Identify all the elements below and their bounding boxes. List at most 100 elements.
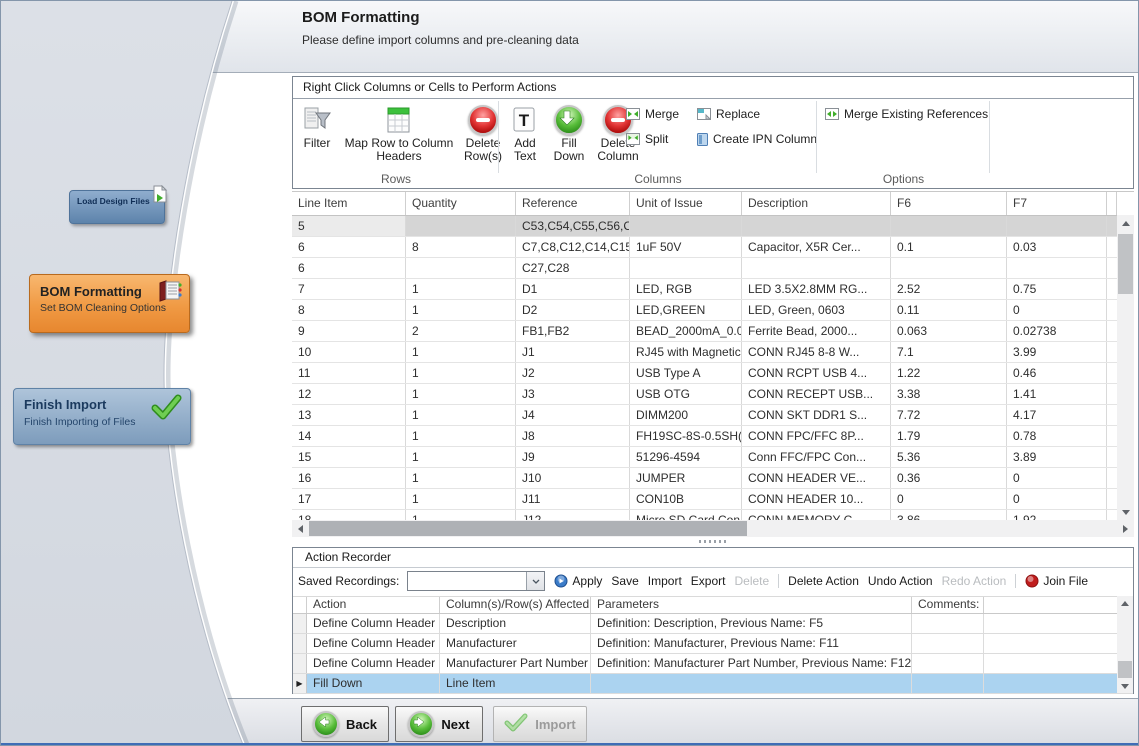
- action-cell[interactable]: [984, 654, 1117, 673]
- table-cell[interactable]: 12: [292, 384, 406, 404]
- table-cell[interactable]: [742, 216, 891, 236]
- table-cell[interactable]: J9: [516, 447, 630, 467]
- action-row[interactable]: Define Column HeaderManufacturer Part Nu…: [293, 654, 1133, 674]
- table-row[interactable]: 101J1RJ45 with MagneticsCONN RJ45 8-8 W.…: [292, 342, 1117, 363]
- scroll-down-button[interactable]: [1117, 679, 1133, 693]
- undo-action-button[interactable]: Undo Action: [868, 574, 933, 588]
- table-row[interactable]: 81D2LED,GREENLED, Green, 06030.110: [292, 300, 1117, 321]
- chevron-down-icon[interactable]: [526, 572, 544, 590]
- table-cell[interactable]: 1uF 50V: [630, 237, 742, 257]
- table-cell[interactable]: 1: [406, 279, 516, 299]
- action-grid-vertical-scrollbar[interactable]: [1117, 596, 1133, 693]
- table-cell[interactable]: 0.063: [891, 321, 1007, 341]
- table-cell[interactable]: 13: [292, 405, 406, 425]
- table-cell[interactable]: 1: [406, 300, 516, 320]
- table-cell[interactable]: 0.46: [1007, 363, 1107, 383]
- table-cell[interactable]: LED, RGB: [630, 279, 742, 299]
- table-cell[interactable]: 8: [292, 300, 406, 320]
- saved-recordings-combobox[interactable]: [407, 571, 545, 591]
- table-cell[interactable]: [630, 216, 742, 236]
- table-cell[interactable]: 0: [1007, 489, 1107, 509]
- table-cell[interactable]: CON10B: [630, 489, 742, 509]
- fill-down-button[interactable]: Fill Down: [547, 103, 591, 163]
- table-cell[interactable]: D1: [516, 279, 630, 299]
- action-cell[interactable]: Line Item: [440, 674, 591, 693]
- join-file-button[interactable]: Join File: [1025, 574, 1088, 588]
- row-header[interactable]: [293, 634, 307, 653]
- table-row[interactable]: 71D1LED, RGBLED 3.5X2.8MM RG...2.520.75: [292, 279, 1117, 300]
- table-cell[interactable]: Capacitor, X5R Cer...: [742, 237, 891, 257]
- row-header[interactable]: [293, 614, 307, 633]
- action-cell[interactable]: Definition: Manufacturer, Previous Name:…: [591, 634, 912, 653]
- table-cell[interactable]: CONN RJ45 8-8 W...: [742, 342, 891, 362]
- table-cell[interactable]: [891, 258, 1007, 278]
- table-row[interactable]: 161J10JUMPERCONN HEADER VE...0.360: [292, 468, 1117, 489]
- table-cell[interactable]: C27,C28: [516, 258, 630, 278]
- table-cell[interactable]: FB1,FB2: [516, 321, 630, 341]
- table-cell[interactable]: 3.99: [1007, 342, 1107, 362]
- table-row[interactable]: 92FB1,FB2BEAD_2000mA_0.0...Ferrite Bead,…: [292, 321, 1117, 342]
- table-cell[interactable]: CONN RCPT USB 4...: [742, 363, 891, 383]
- scroll-thumb[interactable]: [309, 521, 747, 536]
- scroll-up-button[interactable]: [1117, 596, 1133, 610]
- table-row[interactable]: 171J11CON10BCONN HEADER 10...00: [292, 489, 1117, 510]
- table-row[interactable]: 131J4DIMM200CONN SKT DDR1 S...7.724.17: [292, 405, 1117, 426]
- table-cell[interactable]: J3: [516, 384, 630, 404]
- table-cell[interactable]: 7: [292, 279, 406, 299]
- table-cell[interactable]: 51296-4594: [630, 447, 742, 467]
- table-cell[interactable]: 3.38: [891, 384, 1007, 404]
- scroll-up-button[interactable]: [1117, 215, 1134, 231]
- table-cell[interactable]: 1: [406, 405, 516, 425]
- next-button[interactable]: Next: [395, 706, 483, 742]
- table-cell[interactable]: 1: [406, 468, 516, 488]
- table-cell[interactable]: C53,C54,C55,C56,C...: [516, 216, 630, 236]
- action-cell[interactable]: Description: [440, 614, 591, 633]
- table-cell[interactable]: 2.52: [891, 279, 1007, 299]
- apply-button[interactable]: Apply: [554, 574, 602, 588]
- table-cell[interactable]: 1: [406, 342, 516, 362]
- table-cell[interactable]: 6: [292, 237, 406, 257]
- table-cell[interactable]: J8: [516, 426, 630, 446]
- action-cell[interactable]: Definition: Description, Previous Name: …: [591, 614, 912, 633]
- delete-action-button[interactable]: Delete Action: [788, 574, 859, 588]
- column-header[interactable]: F6: [891, 192, 1007, 215]
- action-cell[interactable]: Definition: Manufacturer Part Number, Pr…: [591, 654, 912, 673]
- table-cell[interactable]: CONN FPC/FFC 8P...: [742, 426, 891, 446]
- action-cell[interactable]: Define Column Header: [307, 614, 440, 633]
- table-cell[interactable]: 8: [406, 237, 516, 257]
- action-cell[interactable]: [591, 674, 912, 693]
- action-cell[interactable]: [912, 654, 984, 673]
- column-header[interactable]: Quantity: [406, 192, 516, 215]
- table-cell[interactable]: [406, 258, 516, 278]
- merge-existing-references-button[interactable]: Merge Existing References: [825, 107, 988, 121]
- action-cell[interactable]: [984, 614, 1117, 633]
- table-cell[interactable]: LED,GREEN: [630, 300, 742, 320]
- split-button[interactable]: Split: [626, 132, 668, 146]
- table-cell[interactable]: USB Type A: [630, 363, 742, 383]
- table-row[interactable]: 68C7,C8,C12,C14,C15,...1uF 50VCapacitor,…: [292, 237, 1117, 258]
- table-cell[interactable]: D2: [516, 300, 630, 320]
- column-header[interactable]: Unit of Issue: [630, 192, 742, 215]
- bom-vertical-scrollbar[interactable]: [1117, 215, 1134, 520]
- wizard-step-load-design-files[interactable]: Load Design Files: [69, 190, 165, 224]
- table-cell[interactable]: 1.22: [891, 363, 1007, 383]
- table-cell[interactable]: CONN RECEPT USB...: [742, 384, 891, 404]
- table-cell[interactable]: USB OTG: [630, 384, 742, 404]
- action-cell[interactable]: Define Column Header: [307, 654, 440, 673]
- table-row[interactable]: 151J951296-4594Conn FFC/FPC Con...5.363.…: [292, 447, 1117, 468]
- table-cell[interactable]: 11: [292, 363, 406, 383]
- merge-button[interactable]: Merge: [626, 107, 679, 121]
- table-cell[interactable]: 9: [292, 321, 406, 341]
- column-header[interactable]: Line Item: [292, 192, 406, 215]
- table-cell[interactable]: 0.75: [1007, 279, 1107, 299]
- table-cell[interactable]: J4: [516, 405, 630, 425]
- action-row[interactable]: ▶Fill DownLine Item: [293, 674, 1133, 694]
- table-cell[interactable]: 0: [891, 489, 1007, 509]
- wizard-step-bom-formatting[interactable]: BOM Formatting Set BOM Cleaning Options: [29, 274, 190, 333]
- table-cell[interactable]: J11: [516, 489, 630, 509]
- table-cell[interactable]: 0.78: [1007, 426, 1107, 446]
- scroll-down-button[interactable]: [1117, 504, 1134, 520]
- table-cell[interactable]: 14: [292, 426, 406, 446]
- save-button[interactable]: Save: [611, 574, 638, 588]
- table-cell[interactable]: 15: [292, 447, 406, 467]
